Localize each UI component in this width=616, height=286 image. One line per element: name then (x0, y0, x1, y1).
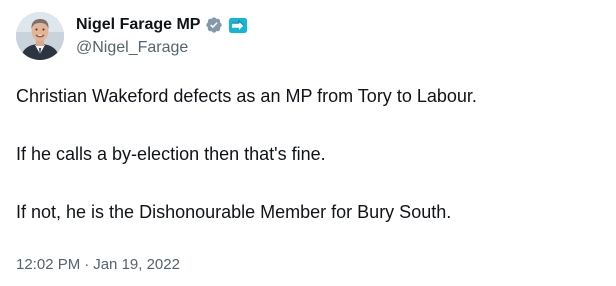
author-name-row: Nigel Farage MP (76, 14, 248, 36)
verified-badge-icon (205, 16, 223, 34)
author-handle[interactable]: @Nigel_Farage (76, 38, 188, 58)
avatar[interactable] (16, 12, 64, 60)
display-name[interactable]: Nigel Farage MP (76, 14, 200, 36)
tweet-paragraph: If he calls a by-election then that's fi… (16, 144, 326, 164)
avatar-image (16, 12, 64, 60)
tweet-date: Jan 19, 2022 (93, 256, 180, 273)
tweet-paragraph: If not, he is the Dishonourable Member f… (16, 202, 452, 222)
tweet-time: 12:02 PM (16, 256, 81, 273)
tweet-timestamp[interactable]: 12:02 PM · Jan 19, 2022 (16, 255, 180, 275)
meta-separator: · (84, 256, 90, 273)
affiliation-arrow-icon[interactable] (229, 17, 248, 33)
tweet-paragraph: Christian Wakeford defects as an MP from… (16, 86, 477, 106)
tweet-text: Christian Wakeford defects as an MP from… (16, 84, 600, 224)
tweet-card: Nigel Farage MP @Nigel_Farage Christian … (0, 0, 616, 286)
